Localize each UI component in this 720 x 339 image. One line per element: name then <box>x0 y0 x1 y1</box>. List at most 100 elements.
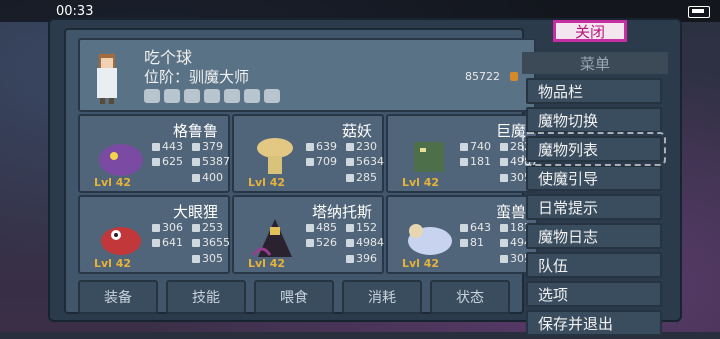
attack-icon <box>152 224 160 232</box>
monster-sprite <box>99 144 143 176</box>
attack-value: 306 <box>162 221 183 234</box>
battery-icon <box>688 6 710 18</box>
defense-value: 230 <box>356 140 377 153</box>
defense-icon <box>500 224 508 232</box>
food-value: 305 <box>202 252 223 265</box>
menu-item-switch-monster[interactable]: 魔物切换 <box>526 107 662 133</box>
hp-icon <box>192 239 200 247</box>
menu-item-daily-tips[interactable]: 日常提示 <box>526 194 662 220</box>
food-value: 285 <box>356 171 377 184</box>
monster-name: 大眼狸 <box>172 203 218 221</box>
magic-icon <box>460 239 468 247</box>
feather-icon[interactable] <box>224 89 240 103</box>
food-value: 400 <box>202 171 223 184</box>
attack-icon <box>460 143 468 151</box>
magic-value: 526 <box>316 236 337 249</box>
clock: 00:33 <box>56 4 94 19</box>
monster-sprite <box>408 224 452 255</box>
menu-item-monster-list[interactable]: 魔物列表 <box>522 132 666 166</box>
defense-value: 253 <box>202 221 223 234</box>
magic-icon <box>306 158 314 166</box>
monster-card[interactable]: 格鲁鲁 443 379 625 5387 400 Lvl 42 <box>78 114 230 193</box>
attack-value: 639 <box>316 140 337 153</box>
tab-consume[interactable]: 消耗 <box>342 280 422 314</box>
menu-title: 菜单 <box>522 52 668 74</box>
magic-icon <box>152 239 160 247</box>
attack-icon <box>306 143 314 151</box>
tab-equip[interactable]: 装备 <box>78 280 158 314</box>
player-name: 吃个球 <box>144 48 193 67</box>
monster-name: 菇妖 <box>341 122 372 140</box>
party-panel: 吃个球 位阶：驯魔大师 85722 格鲁鲁 443 379 625 5387 4… <box>64 28 538 314</box>
side-menu: 物品栏 魔物切换 魔物列表 使魔引导 日常提示 魔物日志 队伍 选项 保存并退出 <box>522 78 666 339</box>
gold-amount: 85722 <box>465 70 500 83</box>
monster-name: 蛮兽 <box>495 203 526 221</box>
menu-item-monster-log[interactable]: 魔物日志 <box>526 223 662 249</box>
monster-card[interactable]: 蛮兽 643 182 81 4945 305 Lvl 42 <box>386 195 538 274</box>
attack-value: 485 <box>316 221 337 234</box>
tab-skills[interactable]: 技能 <box>166 280 246 314</box>
tome-icon[interactable] <box>264 89 280 103</box>
food-icon <box>192 174 200 182</box>
monster-sprite <box>414 142 444 172</box>
tab-status[interactable]: 状态 <box>430 280 510 314</box>
monster-sprite <box>101 227 141 255</box>
defense-icon <box>346 224 354 232</box>
feather-icon[interactable] <box>244 89 260 103</box>
close-button[interactable]: 关闭 <box>553 20 627 42</box>
menu-item-options[interactable]: 选项 <box>526 281 662 307</box>
attack-icon <box>460 224 468 232</box>
helmet-icon[interactable] <box>164 89 180 103</box>
monster-level: Lvl 42 <box>94 176 132 189</box>
tab-feed[interactable]: 喂食 <box>254 280 334 314</box>
monster-name: 塔纳托斯 <box>311 203 372 221</box>
hp-value: 5387 <box>202 155 230 168</box>
food-value: 396 <box>356 252 377 265</box>
attack-value: 643 <box>470 221 491 234</box>
player-avatar <box>97 54 117 104</box>
hp-icon <box>500 158 508 166</box>
attack-value: 740 <box>470 140 491 153</box>
hp-icon <box>346 158 354 166</box>
food-icon <box>500 255 508 263</box>
hp-value: 4984 <box>356 236 384 249</box>
magic-value: 709 <box>316 155 337 168</box>
monster-name: 格鲁鲁 <box>172 122 218 140</box>
monster-card[interactable]: 巨魔 740 282 181 4987 305 Lvl 42 <box>386 114 538 193</box>
menu-item-save-quit[interactable]: 保存并退出 <box>526 310 662 336</box>
monster-card[interactable]: 大眼狸 306 253 641 3655 305 Lvl 42 <box>78 195 230 274</box>
food-icon <box>192 255 200 263</box>
monster-card[interactable]: 菇妖 639 230 709 5634 285 Lvl 42 <box>232 114 384 193</box>
defense-icon <box>500 143 508 151</box>
monster-level: Lvl 42 <box>248 176 286 189</box>
gold-icon <box>510 72 518 81</box>
magic-value: 81 <box>470 236 484 249</box>
magic-value: 181 <box>470 155 491 168</box>
mushroom-icon[interactable] <box>184 89 200 103</box>
monster-card[interactable]: 塔纳托斯 485 152 526 4984 396 Lvl 42 <box>232 195 384 274</box>
monster-sprite <box>252 219 292 257</box>
menu-item-inventory[interactable]: 物品栏 <box>526 78 662 104</box>
magic-value: 625 <box>162 155 183 168</box>
menu-item-familiar-guide[interactable]: 使魔引导 <box>526 165 662 191</box>
monster-level: Lvl 42 <box>94 257 132 270</box>
magic-value: 641 <box>162 236 183 249</box>
defense-value: 379 <box>202 140 223 153</box>
hp-value: 3655 <box>202 236 230 249</box>
defense-icon <box>192 143 200 151</box>
attack-icon <box>152 143 160 151</box>
food-icon <box>346 174 354 182</box>
food-icon <box>346 255 354 263</box>
defense-icon <box>192 224 200 232</box>
attack-icon <box>306 224 314 232</box>
feather-icon[interactable] <box>204 89 220 103</box>
defense-icon <box>346 143 354 151</box>
food-icon <box>500 174 508 182</box>
hp-value: 5634 <box>356 155 384 168</box>
menu-item-party[interactable]: 队伍 <box>526 252 662 278</box>
defense-value: 152 <box>356 221 377 234</box>
monster-level: Lvl 42 <box>402 257 440 270</box>
armor-icon[interactable] <box>144 89 160 103</box>
magic-icon <box>152 158 160 166</box>
attack-value: 443 <box>162 140 183 153</box>
